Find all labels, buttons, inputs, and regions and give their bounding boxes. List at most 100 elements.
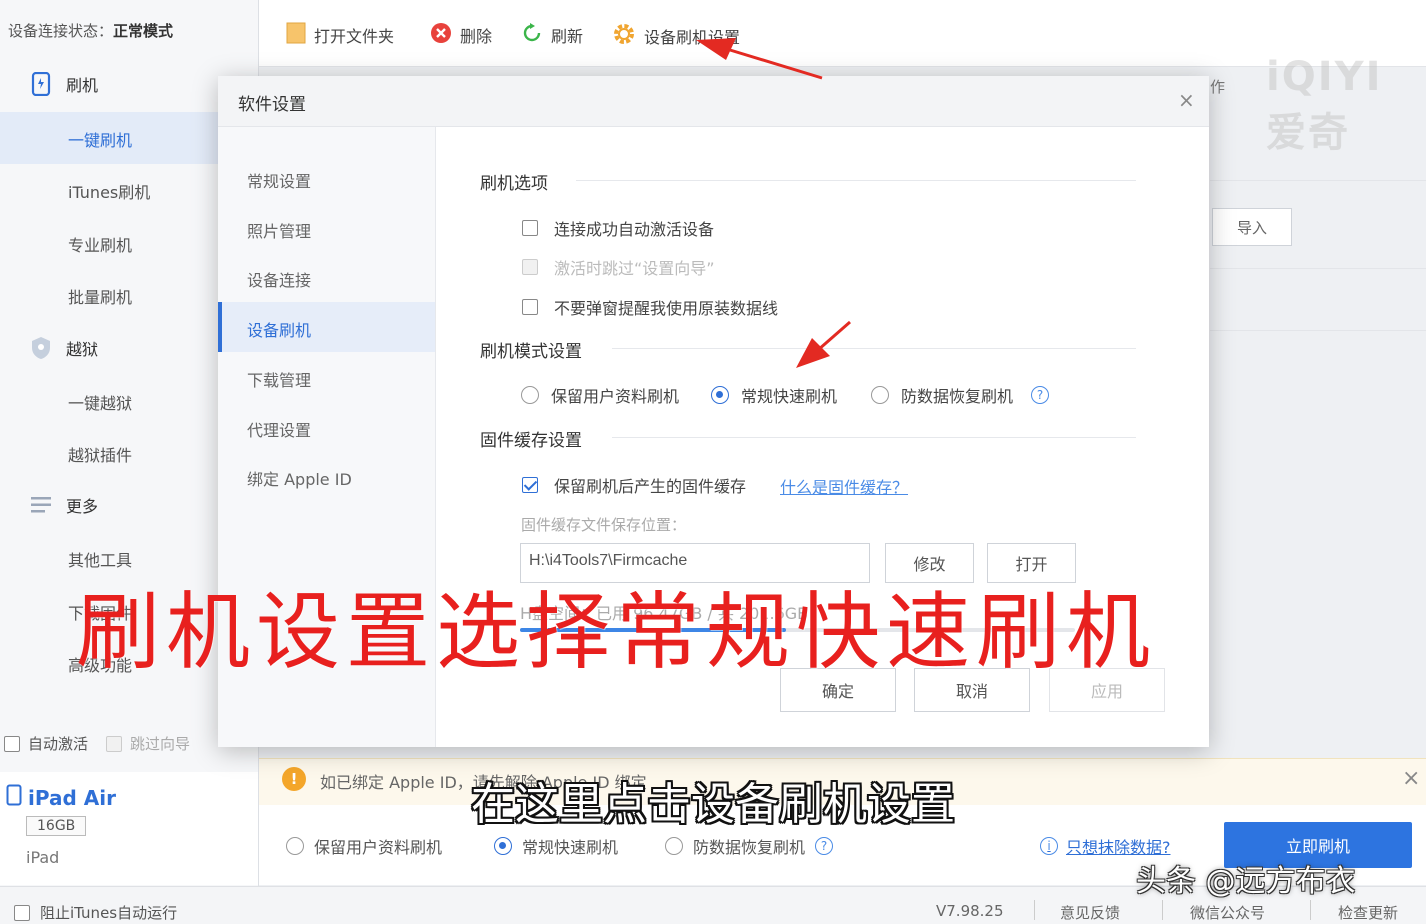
settings-tab-general[interactable]: 常规设置 [247,168,311,192]
background-column-header: 作 [1210,78,1226,96]
mode-quick-radio[interactable] [711,386,729,404]
radio-keep-data[interactable] [286,837,304,855]
keep-cache-label: 保留刷机后产生的固件缓存 [554,477,747,496]
mode-anti-recovery-radio[interactable] [871,386,889,404]
mode-anti-recovery-label: 防数据恢复刷机 [901,387,1014,406]
folder-icon [286,22,306,48]
flash-mode-title: 刷机模式设置 [480,342,582,362]
status-separator [1034,900,1035,920]
tablet-icon [30,72,52,96]
sidebar-section-flash[interactable]: 刷机 [30,72,98,96]
block-itunes-box[interactable] [14,904,30,921]
cable-warning-option-box[interactable] [522,299,538,315]
background-divider [1210,268,1426,269]
import-button[interactable]: 导入 [1212,208,1292,246]
settings-tab-flash[interactable]: 设备刷机 [247,317,311,341]
erase-data-link[interactable]: i 只想抹除数据? [1040,834,1171,858]
mode-quick[interactable]: 常规快速刷机 [711,383,837,407]
mode-keep-data-radio[interactable] [521,386,539,404]
info-icon: i [1040,837,1058,855]
sidebar-item-itunes-flash[interactable]: iTunes刷机 [68,179,150,203]
background-divider [1210,180,1426,181]
auto-activate-option-box[interactable] [522,220,538,236]
bar-mode-keep-data-label: 保留用户资料刷机 [314,838,443,857]
shield-icon [30,337,52,359]
device-flash-settings-label: 设备刷机设置 [644,28,741,47]
skip-setup-option[interactable]: 激活时跳过“设置向导” [522,255,715,279]
skip-setup-option-label: 激活时跳过“设置向导” [554,259,715,278]
sidebar-activation-options: 自动激活 跳过向导 [4,733,190,754]
radio-quick[interactable] [494,837,512,855]
skip-guide-box[interactable] [106,735,123,752]
skip-setup-option-box[interactable] [522,259,538,275]
sidebar-section-flash-label: 刷机 [66,76,99,95]
settings-tab-apple-id[interactable]: 绑定 Apple ID [247,466,352,490]
mode-keep-data[interactable]: 保留用户资料刷机 [521,383,679,407]
what-is-cache-link[interactable]: 什么是固件缓存？ [780,474,908,498]
source-watermark: 头条 @远方布衣 [1136,864,1356,899]
close-icon[interactable]: × [1178,88,1195,112]
section-divider [612,348,1136,349]
wechat-link[interactable]: 微信公众号 [1190,902,1265,923]
sidebar-item-batch-flash[interactable]: 批量刷机 [68,284,132,308]
delete-button[interactable]: 删除 [430,22,492,48]
open-folder-button[interactable]: 打开文件夹 [286,22,394,48]
settings-tab-connection[interactable]: 设备连接 [247,267,311,291]
auto-activate-option[interactable]: 连接成功自动激活设备 [522,216,714,240]
refresh-label: 刷新 [551,27,584,46]
cache-location-label: 固件缓存文件保存位置： [521,516,687,534]
settings-nav-active-bar [218,302,222,352]
help-icon[interactable]: ? [815,837,834,855]
help-icon[interactable]: ? [1031,386,1050,404]
mode-anti-recovery[interactable]: 防数据恢复刷机? [871,383,1050,407]
auto-activate-label: 自动激活 [28,735,89,753]
connection-status: 设备连接状态：正常模式 [8,20,173,41]
auto-activate-box[interactable] [4,735,20,752]
cable-warning-option[interactable]: 不要弹窗提醒我使用原装数据线 [522,295,778,319]
settings-dialog-header [218,76,1209,127]
section-divider [576,180,1136,181]
open-folder-label: 打开文件夹 [314,27,395,46]
radio-anti-recovery[interactable] [665,837,683,855]
skip-guide-checkbox[interactable]: 跳过向导 [106,733,190,754]
tutorial-caption: 刷机设置选择常规快速刷机 [76,583,1157,681]
sidebar-section-more-label: 更多 [66,497,99,516]
sidebar-section-jailbreak[interactable]: 越狱 [30,336,98,360]
mode-keep-data-label: 保留用户资料刷机 [551,387,680,406]
sidebar-item-one-click-flash[interactable]: 一键刷机 [68,127,132,151]
connection-status-label: 设备连接状态： [8,22,114,40]
sidebar-item-one-click-jailbreak[interactable]: 一键越狱 [68,390,132,414]
device-flash-settings-button[interactable]: 设备刷机设置 [612,22,740,50]
menu-icon [30,494,52,516]
flash-options-title: 刷机选项 [480,174,548,194]
bar-mode-anti-recovery[interactable]: 防数据恢复刷机? [665,834,834,858]
gear-icon [612,22,636,50]
sidebar-section-more[interactable]: 更多 [30,493,98,517]
sidebar-item-pro-flash[interactable]: 专业刷机 [68,232,132,256]
settings-tab-downloads[interactable]: 下载管理 [247,367,311,391]
keep-cache-checkbox[interactable] [522,477,538,493]
block-itunes-checkbox[interactable]: 阻止iTunes自动运行 [14,902,177,923]
keep-cache-option[interactable]: 保留刷机后产生的固件缓存 [522,473,746,497]
settings-tab-proxy[interactable]: 代理设置 [247,417,311,441]
bar-mode-keep-data[interactable]: 保留用户资料刷机 [286,834,442,858]
check-update-link[interactable]: 检查更新 [1338,902,1398,923]
bar-mode-quick-label: 常规快速刷机 [522,838,619,857]
bar-mode-quick[interactable]: 常规快速刷机 [494,834,618,858]
version-label: V7.98.25 [936,902,1004,920]
settings-tab-photos[interactable]: 照片管理 [247,218,311,242]
settings-dialog-title: 软件设置 [238,95,306,115]
delete-label: 删除 [460,27,493,46]
video-subtitle: 在这里点击设备刷机设置 [471,779,955,830]
refresh-button[interactable]: 刷新 [521,22,583,48]
bar-mode-anti-recovery-label: 防数据恢复刷机 [693,838,806,857]
sidebar-item-jailbreak-plugins[interactable]: 越狱插件 [68,442,132,466]
feedback-link[interactable]: 意见反馈 [1060,902,1120,923]
erase-data-link-label: 只想抹除数据? [1066,838,1171,857]
delete-icon [430,22,452,48]
auto-activate-checkbox[interactable]: 自动激活 [4,733,88,754]
block-itunes-label: 阻止iTunes自动运行 [40,904,178,922]
cable-warning-option-label: 不要弹窗提醒我使用原装数据线 [554,299,779,318]
skip-guide-label: 跳过向导 [130,735,191,753]
status-separator [1310,900,1311,920]
